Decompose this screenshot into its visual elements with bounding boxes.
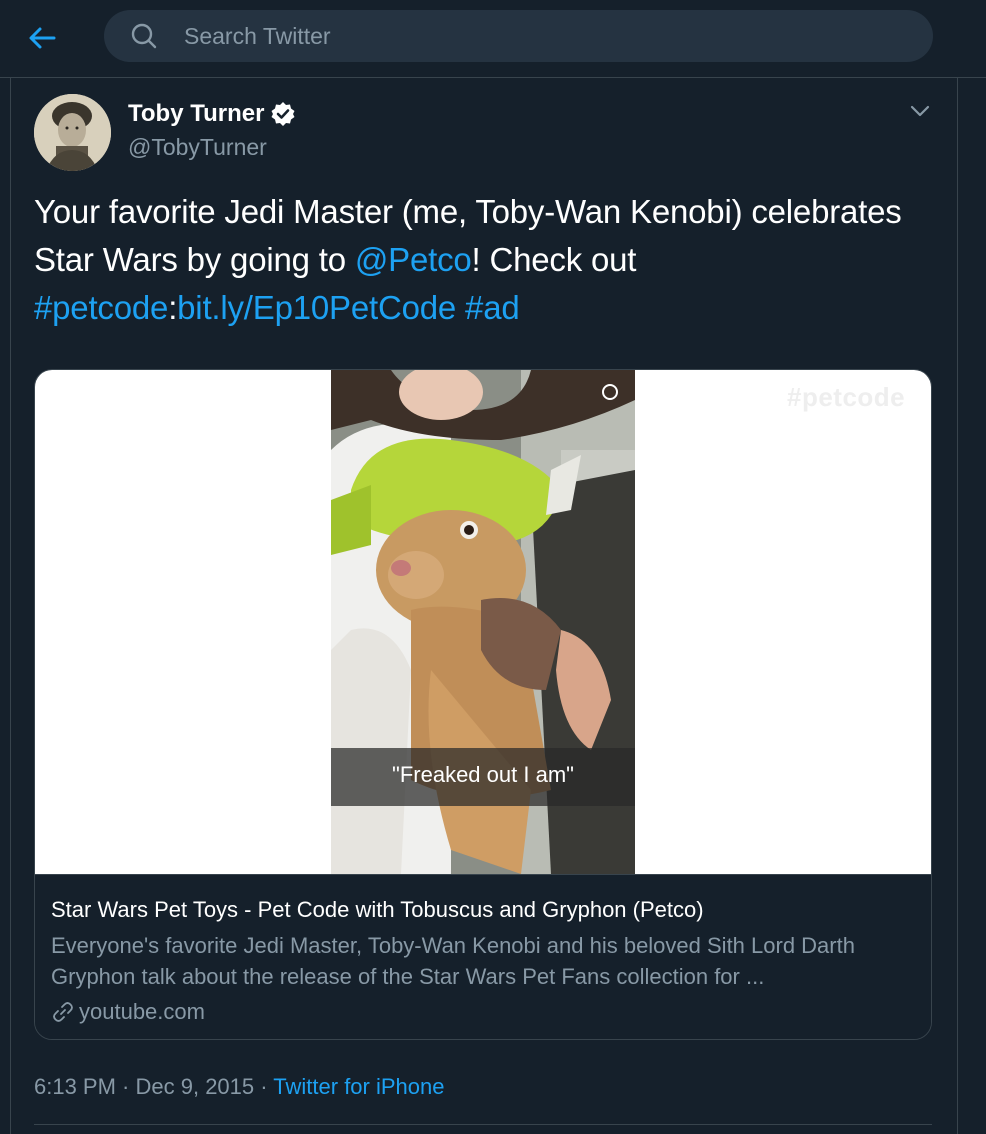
tweet-text-part: : (168, 289, 178, 326)
verified-badge-icon (271, 102, 295, 126)
video-thumbnail: "Freaked out I am" (331, 370, 635, 874)
divider (34, 1124, 932, 1125)
search-input[interactable] (184, 10, 884, 62)
card-info[interactable]: Star Wars Pet Toys - Pet Code with Tobus… (35, 874, 931, 1039)
chevron-down-icon[interactable] (905, 98, 935, 124)
avatar-portrait-image (34, 94, 111, 171)
link-preview-card[interactable]: "Freaked out I am" #petcode Star Wars Pe… (34, 369, 932, 1040)
back-button[interactable] (22, 18, 62, 58)
card-title: Star Wars Pet Toys - Pet Code with Tobus… (51, 897, 704, 922)
card-domain-text: youtube.com (79, 999, 205, 1024)
hashtag-link[interactable]: #petcode (34, 289, 168, 326)
hashtag-link[interactable]: #ad (465, 289, 520, 326)
tweet-time[interactable]: 6:13 PM (34, 1074, 116, 1099)
card-media[interactable]: "Freaked out I am" #petcode (35, 370, 931, 874)
author-handle[interactable]: @TobyTurner (128, 134, 267, 161)
link-icon (53, 1002, 73, 1022)
video-watermark: #petcode (787, 382, 906, 412)
column-border-left (10, 78, 11, 1134)
column-border-right (957, 78, 958, 1134)
tweet-date[interactable]: Dec 9, 2015 (136, 1074, 255, 1099)
search-icon (131, 23, 157, 49)
card-domain: youtube.com (51, 999, 205, 1025)
tweet-text-part (456, 289, 465, 326)
avatar[interactable] (34, 94, 111, 171)
url-link[interactable]: bit.ly/Ep10PetCode (177, 289, 456, 326)
search-bar[interactable] (104, 10, 933, 62)
back-arrow-icon (29, 27, 56, 49)
mention-link[interactable]: @Petco (355, 241, 472, 278)
meta-separator: · (254, 1074, 274, 1099)
author-name-text: Toby Turner (128, 100, 265, 127)
video-caption: "Freaked out I am" (392, 762, 574, 787)
tweet-text-part: ! Check out (471, 241, 637, 278)
tweet-text: Your favorite Jedi Master (me, Toby-Wan … (34, 188, 934, 332)
meta-separator: · (115, 1074, 136, 1099)
tweet-source-link[interactable]: Twitter for iPhone (273, 1074, 444, 1099)
author-name[interactable]: Toby Turner (128, 100, 296, 128)
card-description: Everyone's favorite Jedi Master, Toby-Wa… (51, 933, 855, 989)
tweet-metadata: 6:13 PM · Dec 9, 2015 · Twitter for iPho… (34, 1074, 444, 1100)
top-bar (0, 0, 986, 78)
